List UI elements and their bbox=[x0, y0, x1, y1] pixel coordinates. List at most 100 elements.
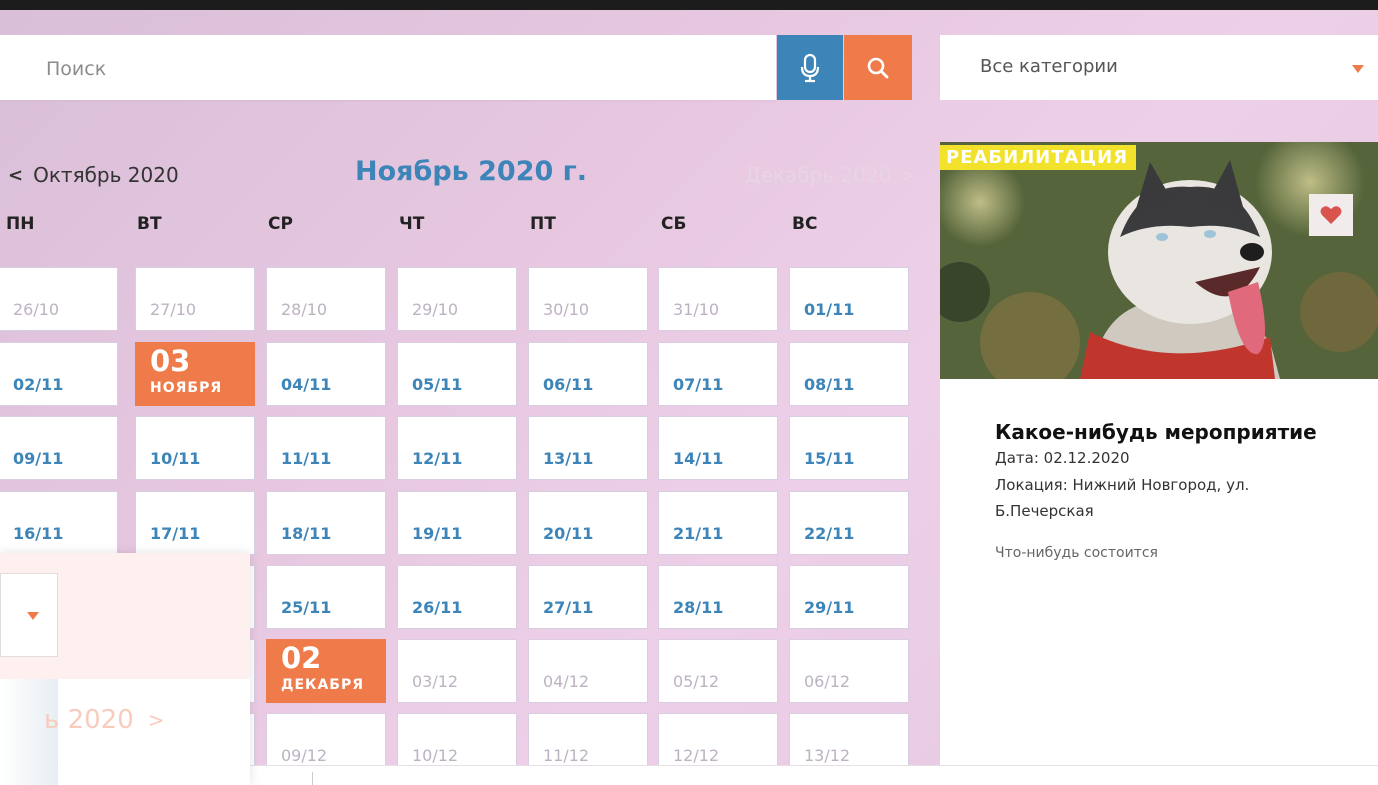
calendar-day-label: 10/12 bbox=[412, 746, 459, 765]
calendar-day-label: 09/11 bbox=[13, 449, 64, 468]
calendar-event-day-cell[interactable]: 03 НОЯБРЯ bbox=[135, 342, 255, 406]
calendar-day-cell[interactable]: 11/11 bbox=[266, 416, 386, 480]
calendar-day-label: 16/11 bbox=[13, 524, 64, 543]
calendar-day-cell[interactable]: 31/10 bbox=[658, 267, 778, 331]
calendar-day-cell[interactable]: 27/11 bbox=[528, 565, 648, 629]
calendar-event-day-cell[interactable]: 02 ДЕКАБРЯ bbox=[266, 639, 386, 703]
calendar-day-label: 27/10 bbox=[150, 300, 197, 319]
calendar-day-cell[interactable]: 15/11 bbox=[789, 416, 909, 480]
dropdown-arrow-icon bbox=[27, 612, 39, 620]
calendar-day-cell[interactable]: 30/10 bbox=[528, 267, 648, 331]
weekday-header: ВТ bbox=[137, 214, 162, 234]
calendar-day-cell[interactable]: 06/12 bbox=[789, 639, 909, 703]
calendar-day-cell[interactable]: 13/11 bbox=[528, 416, 648, 480]
weekday-header: ВС bbox=[792, 214, 818, 234]
calendar-day-label: 05/12 bbox=[673, 672, 720, 691]
calendar-day-label: 04/12 bbox=[543, 672, 590, 691]
calendar-day-cell[interactable]: 19/11 bbox=[397, 491, 517, 555]
chevron-right-icon: > bbox=[899, 163, 917, 187]
calendar-day-cell[interactable]: 05/11 bbox=[397, 342, 517, 406]
calendar-day-cell[interactable]: 04/12 bbox=[528, 639, 648, 703]
calendar-day-label: 15/11 bbox=[804, 449, 855, 468]
calendar-day-label: 08/11 bbox=[804, 375, 855, 394]
calendar-day-cell[interactable]: 02/11 bbox=[0, 342, 118, 406]
next-month-link[interactable]: Декабрь 2020 > bbox=[745, 163, 916, 187]
calendar-day-label: 01/11 bbox=[804, 300, 855, 319]
next-month-label: Декабрь 2020 bbox=[745, 163, 892, 187]
event-month-label: ДЕКАБРЯ bbox=[281, 677, 365, 693]
calendar-day-cell[interactable]: 04/11 bbox=[266, 342, 386, 406]
calendar-day-cell[interactable]: 26/10 bbox=[0, 267, 118, 331]
calendar-day-cell[interactable]: 07/11 bbox=[658, 342, 778, 406]
calendar-day-label: 18/11 bbox=[281, 524, 332, 543]
calendar-day-cell[interactable]: 29/10 bbox=[397, 267, 517, 331]
calendar-day-cell[interactable]: 03/12 bbox=[397, 639, 517, 703]
calendar-day-cell[interactable]: 06/11 bbox=[528, 342, 648, 406]
calendar-day-cell[interactable]: 20/11 bbox=[528, 491, 648, 555]
husky-dog-image bbox=[940, 142, 1378, 379]
calendar-day-cell[interactable]: 29/11 bbox=[789, 565, 909, 629]
dropdown-arrow-icon bbox=[1352, 65, 1364, 73]
calendar-day-label: 11/11 bbox=[281, 449, 332, 468]
event-day-number: 02 bbox=[281, 641, 322, 675]
calendar-day-label: 26/10 bbox=[13, 300, 60, 319]
search-input[interactable] bbox=[44, 35, 748, 102]
calendar-day-label: 11/12 bbox=[543, 746, 590, 765]
calendar-day-cell[interactable]: 22/11 bbox=[789, 491, 909, 555]
calendar-day-label: 05/11 bbox=[412, 375, 463, 394]
favorite-button[interactable] bbox=[1309, 194, 1353, 236]
chevron-right-icon: > bbox=[147, 708, 165, 732]
event-description: Что-нибудь состоится bbox=[995, 545, 1158, 561]
calendar-day-cell[interactable]: 05/12 bbox=[658, 639, 778, 703]
calendar-day-label: 12/11 bbox=[412, 449, 463, 468]
calendar-day-label: 20/11 bbox=[543, 524, 594, 543]
calendar-day-label: 06/12 bbox=[804, 672, 851, 691]
microphone-icon bbox=[800, 53, 820, 82]
calendar-day-cell[interactable]: 25/11 bbox=[266, 565, 386, 629]
chevron-left-icon: < bbox=[8, 164, 24, 186]
event-card[interactable]: РЕАБИЛИТАЦИЯ Какое-нибудь мероприятие Да… bbox=[940, 142, 1378, 767]
calendar-day-label: 30/10 bbox=[543, 300, 590, 319]
search-button[interactable] bbox=[844, 35, 912, 100]
calendar-day-cell[interactable]: 08/11 bbox=[789, 342, 909, 406]
event-location-street: Б.Печерская bbox=[995, 502, 1094, 520]
calendar-day-cell[interactable]: 27/10 bbox=[135, 267, 255, 331]
calendar-day-label: 29/11 bbox=[804, 598, 855, 617]
overlay-panel: ь 2020 > bbox=[0, 553, 250, 785]
heart-icon bbox=[1320, 206, 1342, 224]
bottom-panel bbox=[250, 765, 1378, 785]
search-icon bbox=[867, 57, 889, 78]
calendar-day-label: 12/12 bbox=[673, 746, 720, 765]
current-month-title: Ноябрь 2020 г. bbox=[355, 156, 588, 187]
calendar-day-cell[interactable]: 26/11 bbox=[397, 565, 517, 629]
calendar-day-label: 19/11 bbox=[412, 524, 463, 543]
calendar-day-cell[interactable]: 21/11 bbox=[658, 491, 778, 555]
calendar-day-label: 09/12 bbox=[281, 746, 328, 765]
calendar-day-cell[interactable]: 28/10 bbox=[266, 267, 386, 331]
category-select[interactable]: Все категории bbox=[940, 35, 1378, 100]
calendar-day-cell[interactable]: 14/11 bbox=[658, 416, 778, 480]
calendar-day-cell[interactable]: 10/11 bbox=[135, 416, 255, 480]
calendar-day-label: 28/10 bbox=[281, 300, 328, 319]
calendar-day-cell[interactable]: 28/11 bbox=[658, 565, 778, 629]
event-title[interactable]: Какое-нибудь мероприятие bbox=[995, 420, 1317, 444]
calendar-day-cell[interactable]: 17/11 bbox=[135, 491, 255, 555]
overlay-next-month-link[interactable]: ь 2020 > bbox=[44, 705, 165, 735]
prev-month-link[interactable]: < Октябрь 2020 bbox=[8, 163, 179, 187]
overlay-dropdown[interactable] bbox=[0, 573, 58, 657]
calendar-day-label: 13/12 bbox=[804, 746, 851, 765]
voice-search-button[interactable] bbox=[777, 35, 843, 100]
search-bar bbox=[0, 35, 776, 102]
calendar-day-label: 02/11 bbox=[13, 375, 64, 394]
calendar-day-cell[interactable]: 16/11 bbox=[0, 491, 118, 555]
calendar-day-cell[interactable]: 18/11 bbox=[266, 491, 386, 555]
calendar-day-cell[interactable]: 12/11 bbox=[397, 416, 517, 480]
calendar-day-cell[interactable]: 01/11 bbox=[789, 267, 909, 331]
calendar-day-label: 26/11 bbox=[412, 598, 463, 617]
calendar-day-label: 03/12 bbox=[412, 672, 459, 691]
event-month-label: НОЯБРЯ bbox=[150, 380, 223, 396]
calendar-day-cell[interactable]: 09/11 bbox=[0, 416, 118, 480]
event-date: Дата: 02.12.2020 bbox=[995, 449, 1130, 467]
calendar-day-label: 27/11 bbox=[543, 598, 594, 617]
top-border bbox=[0, 0, 1378, 10]
